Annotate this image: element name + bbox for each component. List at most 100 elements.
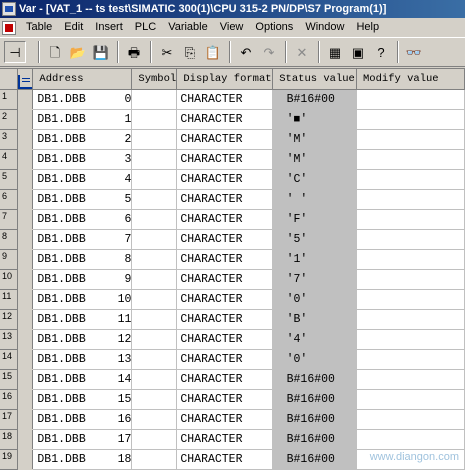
display-format-cell[interactable]: CHARACTER [176,129,274,150]
glasses-button[interactable]: 👓 [403,41,425,63]
address-cell[interactable]: DB1.DBB 0 [32,89,133,110]
table-row[interactable]: 6 DB1.DBB 5 CHARACTER ' ' [0,189,465,210]
modify-value-cell[interactable] [356,429,465,450]
symbol-cell[interactable] [131,289,178,310]
address-cell[interactable]: DB1.DBB 11 [32,309,133,330]
display-format-cell[interactable]: CHARACTER [176,149,274,170]
modify-value-cell[interactable] [356,129,465,150]
symbol-cell[interactable] [131,209,178,230]
modify-value-cell[interactable] [356,389,465,410]
delete-button[interactable]: ✕ [291,41,313,63]
row-number[interactable]: 7 [0,209,18,230]
column-header-address[interactable]: Address [32,69,133,90]
address-cell[interactable]: DB1.DBB 9 [32,269,133,290]
menu-options[interactable]: Options [249,18,299,37]
symbol-cell[interactable] [131,349,178,370]
row-number[interactable]: 16 [0,389,18,410]
address-cell[interactable]: DB1.DBB 12 [32,329,133,350]
symbol-cell[interactable] [131,109,178,130]
row-number[interactable]: 10 [0,269,18,290]
symbol-cell[interactable] [131,369,178,390]
symbol-cell[interactable] [131,169,178,190]
menu-plc[interactable]: PLC [129,18,162,37]
display-format-cell[interactable]: CHARACTER [176,409,274,430]
symbol-cell[interactable] [131,269,178,290]
row-number[interactable]: 11 [0,289,18,310]
table-row[interactable]: 7 DB1.DBB 6 CHARACTER 'F' [0,209,465,230]
modify-value-cell[interactable] [356,229,465,250]
menu-window[interactable]: Window [299,18,350,37]
modify-value-cell[interactable] [356,269,465,290]
display-format-cell[interactable]: CHARACTER [176,369,274,390]
row-number[interactable]: 17 [0,409,18,430]
table-row[interactable]: 18 DB1.DBB 17 CHARACTER B#16#00 [0,429,465,450]
symbol-cell[interactable] [131,449,178,470]
modify-value-cell[interactable] [356,289,465,310]
row-number[interactable]: 18 [0,429,18,450]
symbol-cell[interactable] [131,329,178,350]
display-format-cell[interactable]: CHARACTER [176,289,274,310]
row-number[interactable]: 8 [0,229,18,250]
address-cell[interactable]: DB1.DBB 13 [32,349,133,370]
modify-value-cell[interactable] [356,89,465,110]
modify-value-cell[interactable] [356,349,465,370]
new-button[interactable]: 🗋 [44,41,66,63]
table-row[interactable]: 8 DB1.DBB 7 CHARACTER '5' [0,229,465,250]
row-number[interactable]: 13 [0,329,18,350]
modify-value-cell[interactable] [356,329,465,350]
symbol-cell[interactable] [131,149,178,170]
row-number[interactable]: 1 [0,89,18,110]
table-row[interactable]: 4 DB1.DBB 3 CHARACTER 'M' [0,149,465,170]
column-header-symbol[interactable]: Symbol [131,69,178,90]
cut-button[interactable]: ✂ [156,41,178,63]
symbol-cell[interactable] [131,389,178,410]
address-cell[interactable]: DB1.DBB 18 [32,449,133,470]
modify-value-cell[interactable] [356,189,465,210]
address-cell[interactable]: DB1.DBB 7 [32,229,133,250]
modify-value-cell[interactable] [356,409,465,430]
address-cell[interactable]: DB1.DBB 10 [32,289,133,310]
address-cell[interactable]: DB1.DBB 17 [32,429,133,450]
display-format-cell[interactable]: CHARACTER [176,449,274,470]
display-format-cell[interactable]: CHARACTER [176,309,274,330]
open-button[interactable]: 📂 [67,41,89,63]
modify-value-cell[interactable] [356,309,465,330]
row-number[interactable]: 4 [0,149,18,170]
address-cell[interactable]: DB1.DBB 15 [32,389,133,410]
display-format-cell[interactable]: CHARACTER [176,229,274,250]
symbol-cell[interactable] [131,409,178,430]
modify-value-cell[interactable] [356,109,465,130]
symbol-cell[interactable] [131,429,178,450]
menu-edit[interactable]: Edit [58,18,89,37]
row-number[interactable]: 19 [0,449,18,470]
address-cell[interactable]: DB1.DBB 2 [32,129,133,150]
table-row[interactable]: 3 DB1.DBB 2 CHARACTER 'M' [0,129,465,150]
table-corner[interactable] [17,69,34,90]
redo-button[interactable]: ↷ [258,41,280,63]
pin-button[interactable]: ⊣ [4,41,26,63]
symbol-cell[interactable] [131,129,178,150]
table-row[interactable]: 5 DB1.DBB 4 CHARACTER 'C' [0,169,465,190]
address-cell[interactable]: DB1.DBB 16 [32,409,133,430]
symbol-cell[interactable] [131,189,178,210]
address-cell[interactable]: DB1.DBB 14 [32,369,133,390]
column-header-modify-value[interactable]: Modify value [356,69,465,90]
print-button[interactable]: 🖶 [123,41,145,63]
symbol-cell[interactable] [131,309,178,330]
row-number[interactable]: 15 [0,369,18,390]
modify-value-cell[interactable] [356,249,465,270]
variable-button[interactable]: ▣ [347,41,369,63]
menu-view[interactable]: View [214,18,250,37]
display-format-cell[interactable]: CHARACTER [176,169,274,190]
modify-value-cell[interactable] [356,209,465,230]
copy-button[interactable]: ⎘ [179,41,201,63]
row-number[interactable]: 6 [0,189,18,210]
modify-value-cell[interactable] [356,169,465,190]
table-row[interactable]: 2 DB1.DBB 1 CHARACTER '■' [0,109,465,130]
display-format-cell[interactable]: CHARACTER [176,349,274,370]
undo-button[interactable]: ↶ [235,41,257,63]
table-row[interactable]: 12 DB1.DBB 11 CHARACTER 'B' [0,309,465,330]
table-row[interactable]: 13 DB1.DBB 12 CHARACTER '4' [0,329,465,350]
table-row[interactable]: 17 DB1.DBB 16 CHARACTER B#16#00 [0,409,465,430]
row-number[interactable]: 5 [0,169,18,190]
